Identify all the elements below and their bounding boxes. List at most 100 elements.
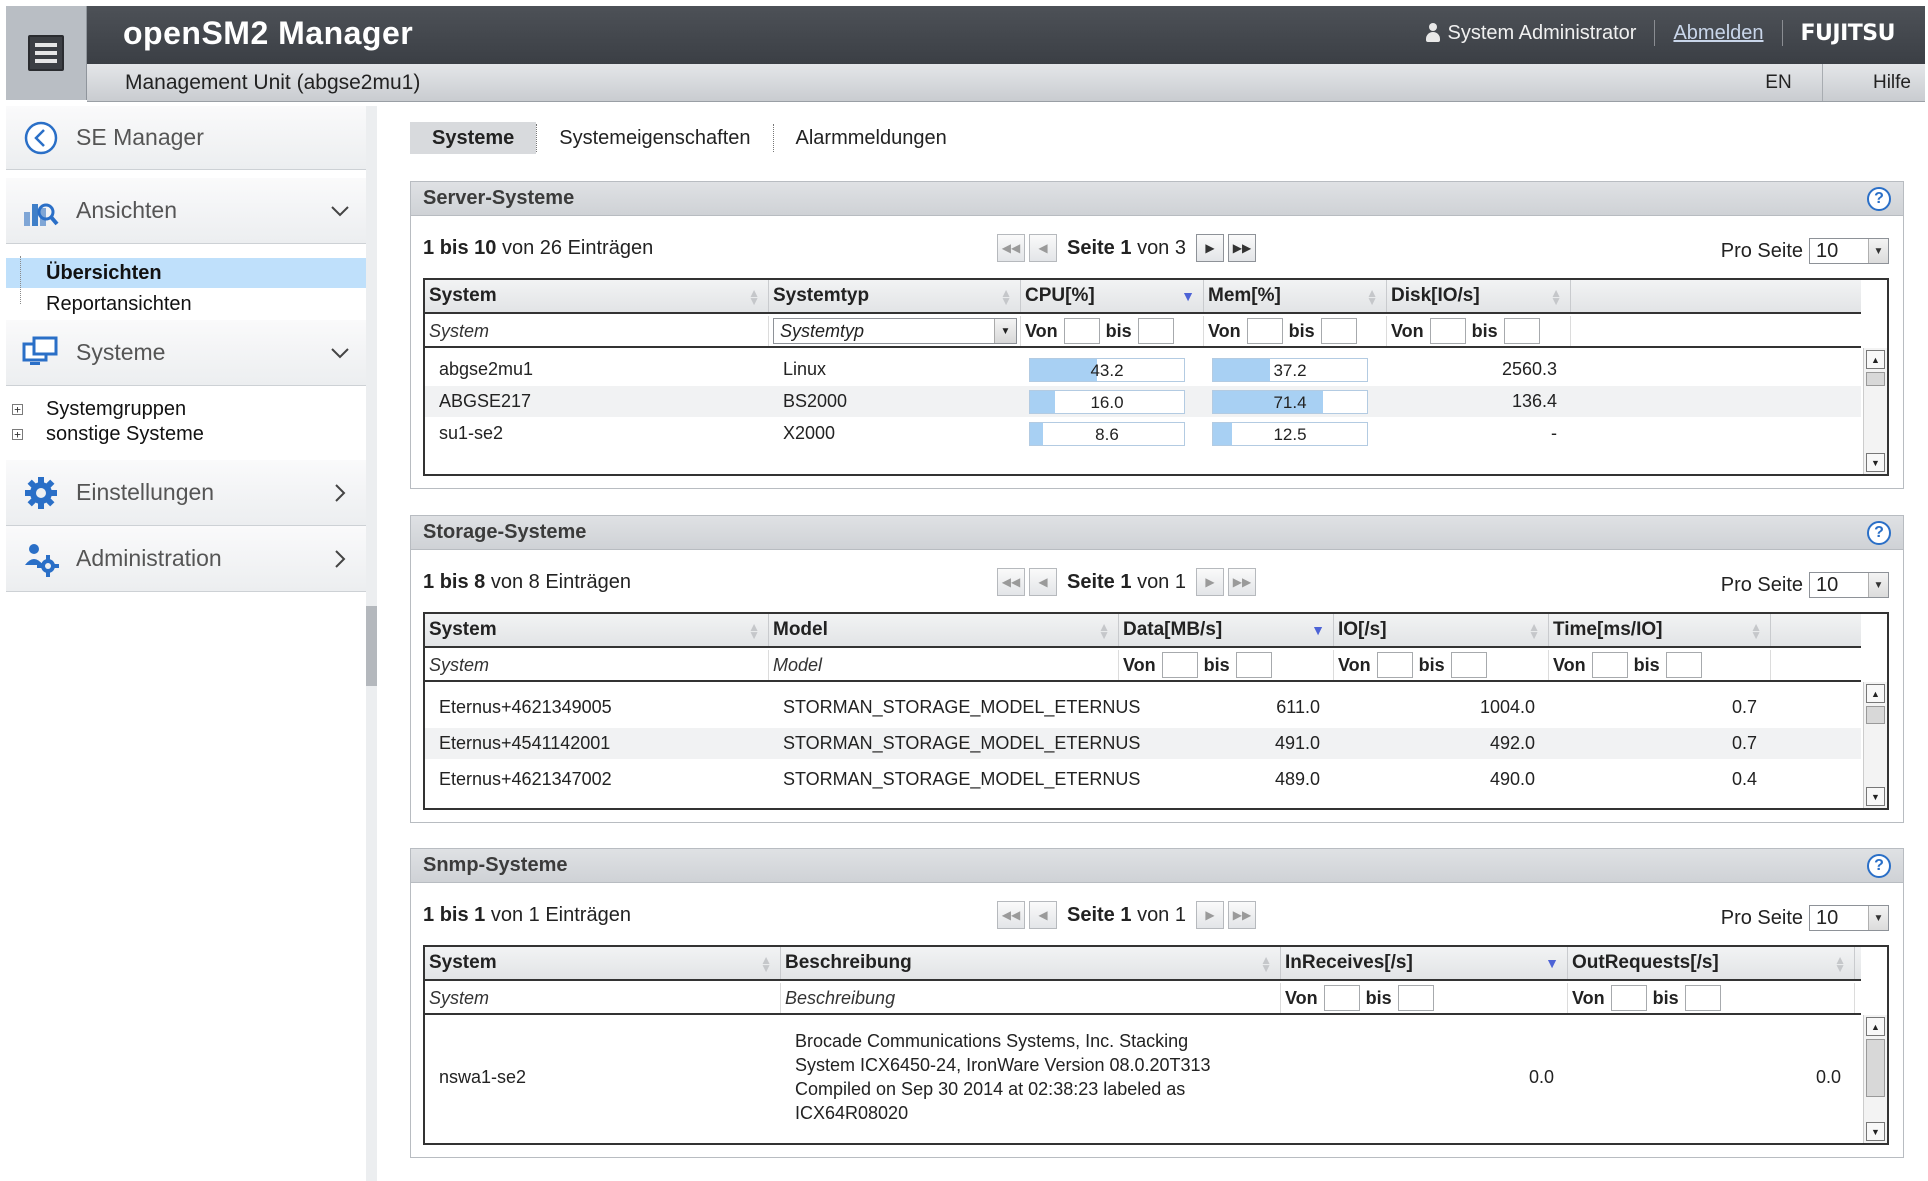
col-data[interactable]: Data[MB/s] ▼ [1119,614,1334,646]
help-icon[interactable]: ? [1867,520,1891,545]
next-page-icon[interactable]: ▶ [1196,901,1224,929]
next-page-icon[interactable]: ▶ [1196,568,1224,596]
col-system[interactable]: System ▲ ▼ [425,947,781,979]
expand-plus-icon[interactable]: + [12,429,23,440]
sidebar-section-systeme[interactable]: Systeme [6,320,368,386]
prev-page-icon[interactable]: ◀ [1029,901,1057,929]
chevron-down-icon [328,199,352,223]
col-io[interactable]: IO[/s] ▲ ▼ [1334,614,1549,646]
filter-mem-to[interactable] [1320,318,1357,344]
filter-io-from[interactable] [1376,652,1413,678]
table-row[interactable]: Eternus+4621347002 STORMAN_STORAGE_MODEL_… [425,764,1861,795]
server-grid: System ▲ ▼ Systemtyp ▲ ▼ CPU[%] ▼ Mem[%] ▲ ▼ Di… [423,278,1889,476]
filter-disk-from[interactable] [1429,318,1466,344]
filter-system-input[interactable]: System [425,650,769,680]
col-disk[interactable]: Disk[IO/s] ▲ ▼ [1387,280,1571,312]
expand-plus-icon[interactable]: + [12,404,23,415]
col-cpu[interactable]: CPU[%] ▼ [1021,280,1204,312]
sidebar-item-label: Übersichten [46,261,162,284]
cell-mem: 71.4 [1204,386,1387,417]
col-beschreibung[interactable]: Beschreibung ▲ ▼ [781,947,1281,979]
filter-beschreibung-input[interactable]: Beschreibung [781,983,1281,1013]
table-row[interactable]: abgse2mu1 Linux 43.2 37.2 2560.3 [425,354,1861,385]
last-page-icon[interactable]: ▶▶ [1228,568,1256,596]
per-page-select[interactable]: 10 ▼ [1809,572,1889,598]
tab-alarmmeldungen[interactable]: Alarmmeldungen [774,122,969,154]
panel-title: Snmp-Systeme [423,854,568,876]
sidebar-back-se-manager[interactable]: SE Manager [6,106,368,170]
help-icon[interactable]: ? [1867,853,1891,878]
first-page-icon[interactable]: ◀◀ [997,901,1025,929]
filter-systemtyp-select[interactable]: Systemtyp ▼ [773,318,1017,344]
filter-out-to[interactable] [1684,985,1721,1011]
scroll-up-icon: ▲ [1866,1017,1885,1036]
table-row[interactable]: Eternus+4621349005 STORMAN_STORAGE_MODEL_… [425,692,1861,723]
help-icon[interactable]: ? [1867,186,1891,211]
filter-system-input[interactable]: System [425,983,781,1013]
per-page-select[interactable]: 10 ▼ [1809,238,1889,264]
help-link[interactable]: Hilfe [1873,72,1911,94]
filter-mem-from[interactable] [1246,318,1283,344]
sidebar-scrollbar[interactable] [366,106,377,1181]
filter-io-to[interactable] [1450,652,1487,678]
col-system[interactable]: System ▲ ▼ [425,280,769,312]
scroll-down-icon: ▼ [1866,787,1885,806]
grid-scrollbar[interactable]: ▲ ▼ [1863,682,1887,808]
per-page: Pro Seite 10 ▼ [1721,905,1889,931]
description-line: Brocade Communications Systems, Inc. Sta… [795,1031,1189,1051]
filter-time-from[interactable] [1591,652,1628,678]
filter-model-input[interactable]: Model [769,650,1119,680]
table-row[interactable]: su1-se2 X2000 8.6 12.5 - [425,418,1861,449]
grid-scrollbar[interactable]: ▲ ▼ [1863,1015,1887,1143]
language-button[interactable]: EN [1735,64,1823,101]
filter-in-from[interactable] [1323,985,1360,1011]
col-systemtyp[interactable]: Systemtyp ▲ ▼ [769,280,1021,312]
col-inreceives[interactable]: InReceives[/s] ▼ [1281,947,1568,979]
last-page-icon[interactable]: ▶▶ [1228,234,1256,262]
col-outrequests[interactable]: OutRequests[/s] ▲ ▼ [1568,947,1855,979]
sidebar-section-einstellungen[interactable]: Einstellungen [6,460,368,526]
sidebar-section-ansichten[interactable]: Ansichten [6,178,368,244]
prev-page-icon[interactable]: ◀ [1029,234,1057,262]
filter-disk-to[interactable] [1503,318,1540,344]
per-page-select[interactable]: 10 ▼ [1809,905,1889,931]
user-name: System Administrator [1447,21,1637,44]
cell-system: Eternus+4621347002 [439,769,612,789]
sidebar-item-reportansichten[interactable]: Reportansichten [6,289,368,319]
filter-cpu-to[interactable] [1137,318,1174,344]
table-row[interactable]: Eternus+4541142001 STORMAN_STORAGE_MODEL_… [425,728,1861,759]
logout-link[interactable]: Abmelden [1673,22,1763,45]
tab-systeme[interactable]: Systeme [410,122,537,154]
first-page-icon[interactable]: ◀◀ [997,234,1025,262]
chevron-down-icon [328,341,352,365]
cell-beschreibung: Brocade Communications Systems, Inc. Sta… [781,1021,1281,1133]
filter-cpu-from[interactable] [1063,318,1100,344]
col-time[interactable]: Time[ms/IO] ▲ ▼ [1549,614,1771,646]
col-model[interactable]: Model ▲ ▼ [769,614,1119,646]
sidebar-item-uebersichten[interactable]: Übersichten [6,258,368,288]
last-page-icon[interactable]: ▶▶ [1228,901,1256,929]
filter-data-to[interactable] [1235,652,1272,678]
filter-in-to[interactable] [1397,985,1434,1011]
sidebar-section-label: Einstellungen [76,479,215,505]
cell-time: 0.4 [1731,769,1757,789]
first-page-icon[interactable]: ◀◀ [997,568,1025,596]
filter-system-input[interactable]: System [425,316,769,346]
prev-page-icon[interactable]: ◀ [1029,568,1057,596]
filter-data-from[interactable] [1161,652,1198,678]
tab-systemeigenschaften[interactable]: Systemeigenschaften [537,122,772,154]
sidebar-item-sonstige-systeme[interactable]: + sonstige Systeme [6,419,368,449]
title-bar: openSM2 Manager System Administrator Abm… [87,6,1925,64]
filter-time-to[interactable] [1665,652,1702,678]
col-system[interactable]: System ▲ ▼ [425,614,769,646]
next-page-icon[interactable]: ▶ [1196,234,1224,262]
app-title: openSM2 Manager [123,15,414,51]
sidebar-section-administration[interactable]: Administration [6,526,368,592]
main-menu-button[interactable] [6,6,87,100]
grid-scrollbar[interactable]: ▲ ▼ [1863,348,1887,474]
filter-out-from[interactable] [1610,985,1647,1011]
col-mem[interactable]: Mem[%] ▲ ▼ [1204,280,1387,312]
entries-count: 1 bis 1 von 1 Einträgen [423,904,631,926]
table-row[interactable]: ABGSE217 BS2000 16.0 71.4 136.4 [425,386,1861,417]
table-row[interactable]: nswa1-se2 Brocade Communications Systems,… [425,1021,1861,1133]
